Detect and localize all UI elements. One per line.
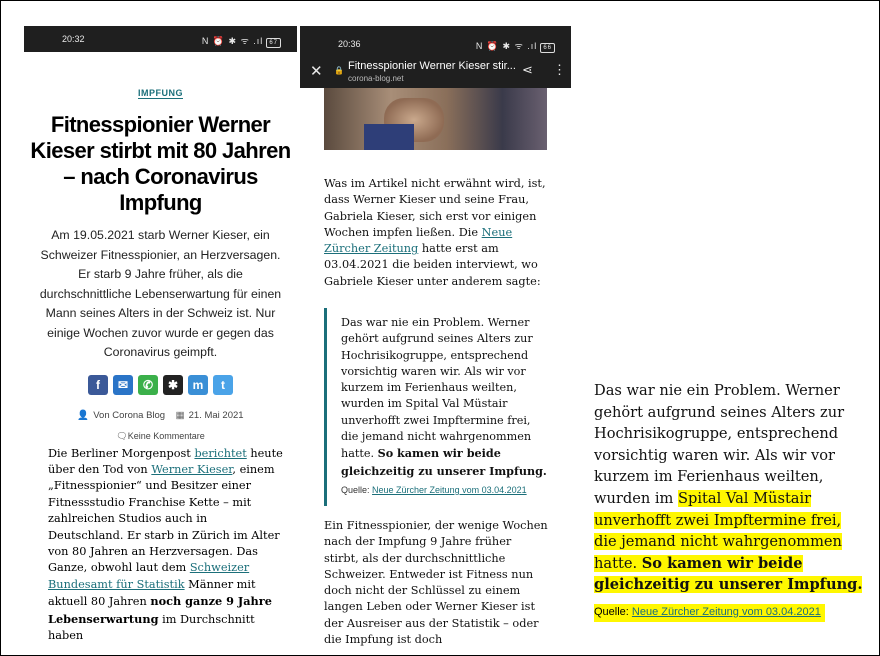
share-icon[interactable]: ⋖ (522, 62, 533, 78)
comment-icon: 🗨 (116, 430, 128, 441)
article-lead: Am 19.05.2021 starb Werner Kieser, ein S… (39, 228, 282, 359)
status-icons-glyphs: N ⏰ ✱ ᯤ .ıl (201, 36, 264, 46)
source-label: Quelle: (341, 485, 373, 495)
status-icons-glyphs: N ⏰ ✱ ᯤ .ıl (475, 41, 538, 51)
source-link[interactable]: Neue Zürcher Zeitung vom 03.04.2021 (632, 606, 821, 618)
quote-text: Das war nie ein Problem. Werner gehört a… (341, 315, 549, 480)
facebook-icon[interactable]: f (88, 374, 108, 395)
status-bar: 20:32 N ⏰ ✱ ᯤ .ıl 67 (24, 26, 297, 52)
publish-date: 21. Mai 2021 (188, 409, 244, 421)
status-icons: N ⏰ ✱ ᯤ .ıl 67 (202, 34, 281, 48)
body-text: Die Berliner Morgenpost (48, 446, 195, 460)
quote-plain: Das war nie ein Problem. Werner gehört a… (341, 316, 533, 461)
zoom-plain-text: Das war nie ein Problem. Werner gehört a… (594, 382, 845, 507)
author-icon: 👤 (77, 409, 90, 421)
paragraph-not-mentioned: Was im Artikel nicht erwähnt wird, ist, … (324, 176, 548, 290)
quote-source: Quelle: Neue Zürcher Zeitung vom 03.04.2… (341, 485, 527, 495)
lock-icon: 🔒 (334, 66, 344, 75)
browser-toolbar: 20:36 N ⏰ ✱ ᯤ .ıl 66 ✕ 🔒 Fitnesspionier W… (300, 26, 571, 88)
phone-screenshot-article-quote: 20:36 N ⏰ ✱ ᯤ .ıl 66 ✕ 🔒 Fitnesspionier W… (300, 26, 571, 654)
body-text: Was im Artikel nicht erwähnt wird, ist, … (324, 177, 546, 239)
category-link[interactable]: IMPFUNG (138, 88, 183, 99)
status-icons: N ⏰ ✱ ᯤ .ıl 66 (476, 39, 555, 53)
phone-screenshot-article-top: 20:32 N ⏰ ✱ ᯤ .ıl 67 IMPFUNG Fitnesspioni… (24, 26, 297, 654)
body-text: , einem „Fitnesspionier“ und Besitzer ei… (48, 462, 280, 575)
twitter-icon[interactable]: t (213, 374, 233, 395)
email-icon[interactable]: ✉ (113, 374, 133, 395)
article-headline: Fitnesspionier Werner Kieser stirbt mit … (30, 112, 291, 215)
article-photo (324, 88, 547, 150)
comments-meta: 🗨Keine Kommentare (24, 431, 297, 442)
zoomed-quote-highlight: Das war nie ein Problem. Werner gehört a… (594, 380, 864, 630)
tab-title: Fitnesspionier Werner Kieser stir... (348, 60, 516, 72)
status-time: 20:32 (62, 34, 85, 44)
source-label: Quelle: (594, 605, 632, 618)
more-menu-icon[interactable]: ⋮ (553, 62, 566, 78)
blockquote: Das war nie ein Problem. Werner gehört a… (324, 308, 551, 506)
status-time: 20:36 (338, 39, 361, 49)
zoomed-source: Quelle: Neue Zürcher Zeitung vom 03.04.2… (594, 603, 825, 622)
comments-link[interactable]: Keine Kommentare (128, 431, 205, 441)
battery-icon: 66 (540, 43, 555, 53)
close-icon[interactable]: ✕ (310, 62, 323, 80)
author-link[interactable]: Von Corona Blog (93, 410, 165, 421)
mastodon-icon[interactable]: m (188, 374, 208, 395)
battery-icon: 67 (266, 38, 281, 48)
article-meta: 👤 Von Corona Blog ▦ 21. Mai 2021 (24, 410, 297, 421)
url-text: corona-blog.net (348, 74, 404, 83)
star-icon[interactable]: ✱ (163, 374, 183, 395)
source-link[interactable]: Neue Zürcher Zeitung vom 03.04.2021 (372, 485, 527, 495)
calendar-icon: ▦ (175, 409, 185, 421)
whatsapp-icon[interactable]: ✆ (138, 374, 158, 395)
zoomed-quote-text: Das war nie ein Problem. Werner gehört a… (594, 380, 864, 596)
paragraph-fitness-pioneer: Ein Fitnesspionier, der wenige Wochen na… (324, 519, 548, 647)
article-body-paragraph: Die Berliner Morgenpost berichtet heute … (48, 446, 285, 645)
share-buttons: f ✉ ✆ ✱ m t (24, 374, 297, 395)
link-berichtet[interactable]: berichtet (194, 447, 246, 460)
category-label[interactable]: IMPFUNG (24, 88, 297, 99)
photo-shirt (364, 124, 414, 150)
link-werner-kieser[interactable]: Werner Kieser (151, 463, 232, 476)
